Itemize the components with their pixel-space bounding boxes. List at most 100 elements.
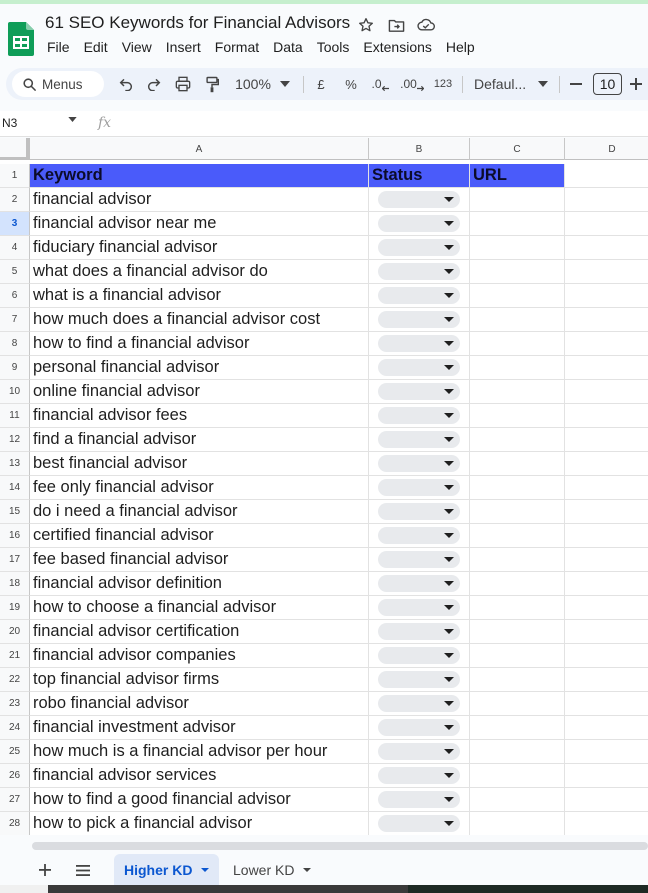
status-cell[interactable]: [369, 812, 470, 835]
print-icon[interactable]: [169, 68, 197, 100]
chevron-down-icon[interactable]: [68, 117, 77, 122]
url-cell[interactable]: [470, 716, 565, 740]
cell[interactable]: [565, 260, 648, 284]
status-cell[interactable]: [369, 740, 470, 764]
row-number[interactable]: 25: [0, 740, 30, 764]
cell[interactable]: [565, 572, 648, 596]
currency-format-button[interactable]: £: [308, 68, 334, 100]
cell[interactable]: [565, 764, 648, 788]
menu-data[interactable]: Data: [266, 39, 310, 55]
row-number[interactable]: 7: [0, 308, 30, 332]
column-header-b[interactable]: B: [369, 138, 470, 160]
status-dropdown[interactable]: [378, 791, 460, 808]
row-number[interactable]: 9: [0, 356, 30, 380]
all-sheets-icon[interactable]: [71, 858, 95, 882]
redo-icon[interactable]: [140, 68, 168, 100]
url-cell[interactable]: [470, 404, 565, 428]
status-dropdown[interactable]: [378, 719, 460, 736]
status-cell[interactable]: [369, 236, 470, 260]
cell[interactable]: [565, 740, 648, 764]
undo-icon[interactable]: [112, 68, 140, 100]
url-cell[interactable]: [470, 740, 565, 764]
status-cell[interactable]: [369, 524, 470, 548]
keyword-cell[interactable]: personal financial advisor: [30, 356, 369, 380]
cell[interactable]: [565, 212, 648, 236]
status-cell[interactable]: [369, 188, 470, 212]
paint-format-icon[interactable]: [198, 68, 226, 100]
row-number[interactable]: 2: [0, 188, 30, 212]
url-cell[interactable]: [470, 692, 565, 716]
status-dropdown[interactable]: [378, 815, 460, 832]
increase-font-size-icon[interactable]: [626, 68, 646, 100]
status-dropdown[interactable]: [378, 359, 460, 376]
status-cell[interactable]: [369, 716, 470, 740]
menu-tools[interactable]: Tools: [310, 39, 357, 55]
increase-decimal-button[interactable]: .00: [396, 68, 428, 100]
font-size-input[interactable]: 10: [593, 73, 622, 95]
keyword-cell[interactable]: financial advisor: [30, 188, 369, 212]
move-folder-icon[interactable]: [386, 15, 406, 35]
status-cell[interactable]: [369, 476, 470, 500]
cell[interactable]: [565, 668, 648, 692]
number-format-button[interactable]: 123: [430, 68, 456, 100]
keyword-cell[interactable]: what does a financial advisor do: [30, 260, 369, 284]
url-cell[interactable]: [470, 308, 565, 332]
cell[interactable]: [565, 716, 648, 740]
cell[interactable]: [565, 308, 648, 332]
cell[interactable]: [565, 500, 648, 524]
header-cell-status[interactable]: Status: [369, 164, 470, 188]
status-dropdown[interactable]: [378, 623, 460, 640]
chevron-down-icon[interactable]: [278, 68, 292, 100]
url-cell[interactable]: [470, 452, 565, 476]
header-cell-keyword[interactable]: Keyword: [30, 164, 369, 188]
status-cell[interactable]: [369, 332, 470, 356]
status-cell[interactable]: [369, 692, 470, 716]
menu-extensions[interactable]: Extensions: [356, 39, 438, 55]
keyword-cell[interactable]: how to find a good financial advisor: [30, 788, 369, 812]
row-number[interactable]: 11: [0, 404, 30, 428]
keyword-cell[interactable]: financial advisor certification: [30, 620, 369, 644]
url-cell[interactable]: [470, 380, 565, 404]
status-dropdown[interactable]: [378, 671, 460, 688]
cell[interactable]: [565, 644, 648, 668]
cell[interactable]: [565, 812, 648, 835]
percent-format-button[interactable]: %: [338, 68, 364, 100]
spreadsheet-grid[interactable]: A B C D 1 Keyword Status URL 2 financial …: [0, 138, 648, 835]
document-title[interactable]: 61 SEO Keywords for Financial Advisors: [45, 13, 350, 33]
status-cell[interactable]: [369, 788, 470, 812]
menu-edit[interactable]: Edit: [77, 39, 115, 55]
column-header-c[interactable]: C: [470, 138, 565, 160]
url-cell[interactable]: [470, 356, 565, 380]
column-header-d[interactable]: D: [565, 138, 648, 160]
status-cell[interactable]: [369, 284, 470, 308]
status-dropdown[interactable]: [378, 647, 460, 664]
status-dropdown[interactable]: [378, 263, 460, 280]
url-cell[interactable]: [470, 620, 565, 644]
chevron-down-icon[interactable]: [201, 868, 210, 872]
status-dropdown[interactable]: [378, 527, 460, 544]
status-cell[interactable]: [369, 572, 470, 596]
cell[interactable]: [565, 236, 648, 260]
row-number[interactable]: 1: [0, 164, 30, 188]
header-cell-url[interactable]: URL: [470, 164, 565, 188]
url-cell[interactable]: [470, 524, 565, 548]
keyword-cell[interactable]: how to choose a financial advisor: [30, 596, 369, 620]
status-cell[interactable]: [369, 620, 470, 644]
row-number[interactable]: 8: [0, 332, 30, 356]
menu-help[interactable]: Help: [439, 39, 482, 55]
status-dropdown[interactable]: [378, 335, 460, 352]
status-dropdown[interactable]: [378, 215, 460, 232]
cell[interactable]: [565, 620, 648, 644]
status-cell[interactable]: [369, 260, 470, 284]
url-cell[interactable]: [470, 284, 565, 308]
status-dropdown[interactable]: [378, 767, 460, 784]
select-all-corner[interactable]: [0, 138, 30, 160]
url-cell[interactable]: [470, 476, 565, 500]
row-number[interactable]: 4: [0, 236, 30, 260]
sheets-logo-icon[interactable]: [8, 22, 34, 56]
keyword-cell[interactable]: financial advisor services: [30, 764, 369, 788]
cell[interactable]: [565, 164, 648, 188]
url-cell[interactable]: [470, 236, 565, 260]
status-dropdown[interactable]: [378, 455, 460, 472]
menu-insert[interactable]: Insert: [159, 39, 208, 55]
